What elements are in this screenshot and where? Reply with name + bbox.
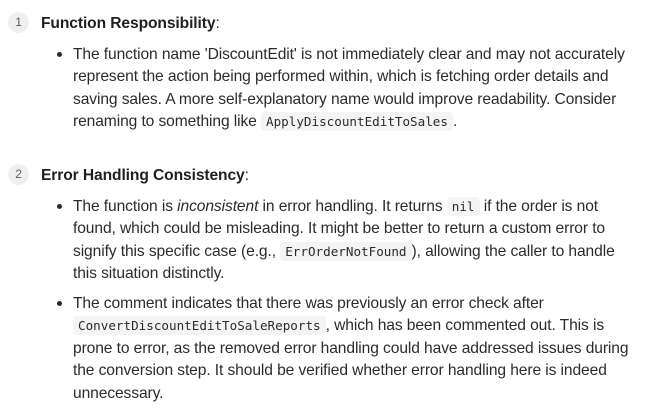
section-heading-colon: : [215, 15, 220, 32]
section-heading: Error Handling Consistency: [41, 166, 249, 186]
text-segment: . [452, 113, 458, 131]
bullet-text: The function name 'DiscountEdit' is not … [73, 44, 633, 134]
text-segment: in error handling. It returns [258, 198, 447, 215]
section-heading-title: Error Handling Consistency [41, 167, 245, 184]
inline-code: ApplyDiscountEditToSales [261, 112, 453, 132]
inline-code: ConvertDiscountEditToSaleReports [73, 316, 326, 336]
section-heading-colon: : [244, 167, 249, 184]
text-segment: The function is [73, 198, 178, 215]
section-heading-title: Function Responsibility [41, 15, 216, 32]
text-segment: The comment indicates that there was pre… [73, 295, 544, 312]
bullet-text: The comment indicates that there was pre… [73, 293, 633, 405]
emphasis-text: inconsistent [177, 198, 259, 215]
bullet-dot-icon [57, 301, 62, 306]
bullet-text: The function is inconsistent in error ha… [73, 196, 633, 286]
inline-code: ErrOrderNotFound [280, 241, 412, 261]
list-number-badge: 1 [8, 12, 29, 33]
inline-code: nil [446, 197, 480, 216]
list-number-badge: 2 [8, 164, 29, 185]
bullet-dot-icon [57, 52, 62, 57]
section-heading: Function Responsibility: [41, 14, 220, 34]
bullet-dot-icon [57, 204, 62, 209]
